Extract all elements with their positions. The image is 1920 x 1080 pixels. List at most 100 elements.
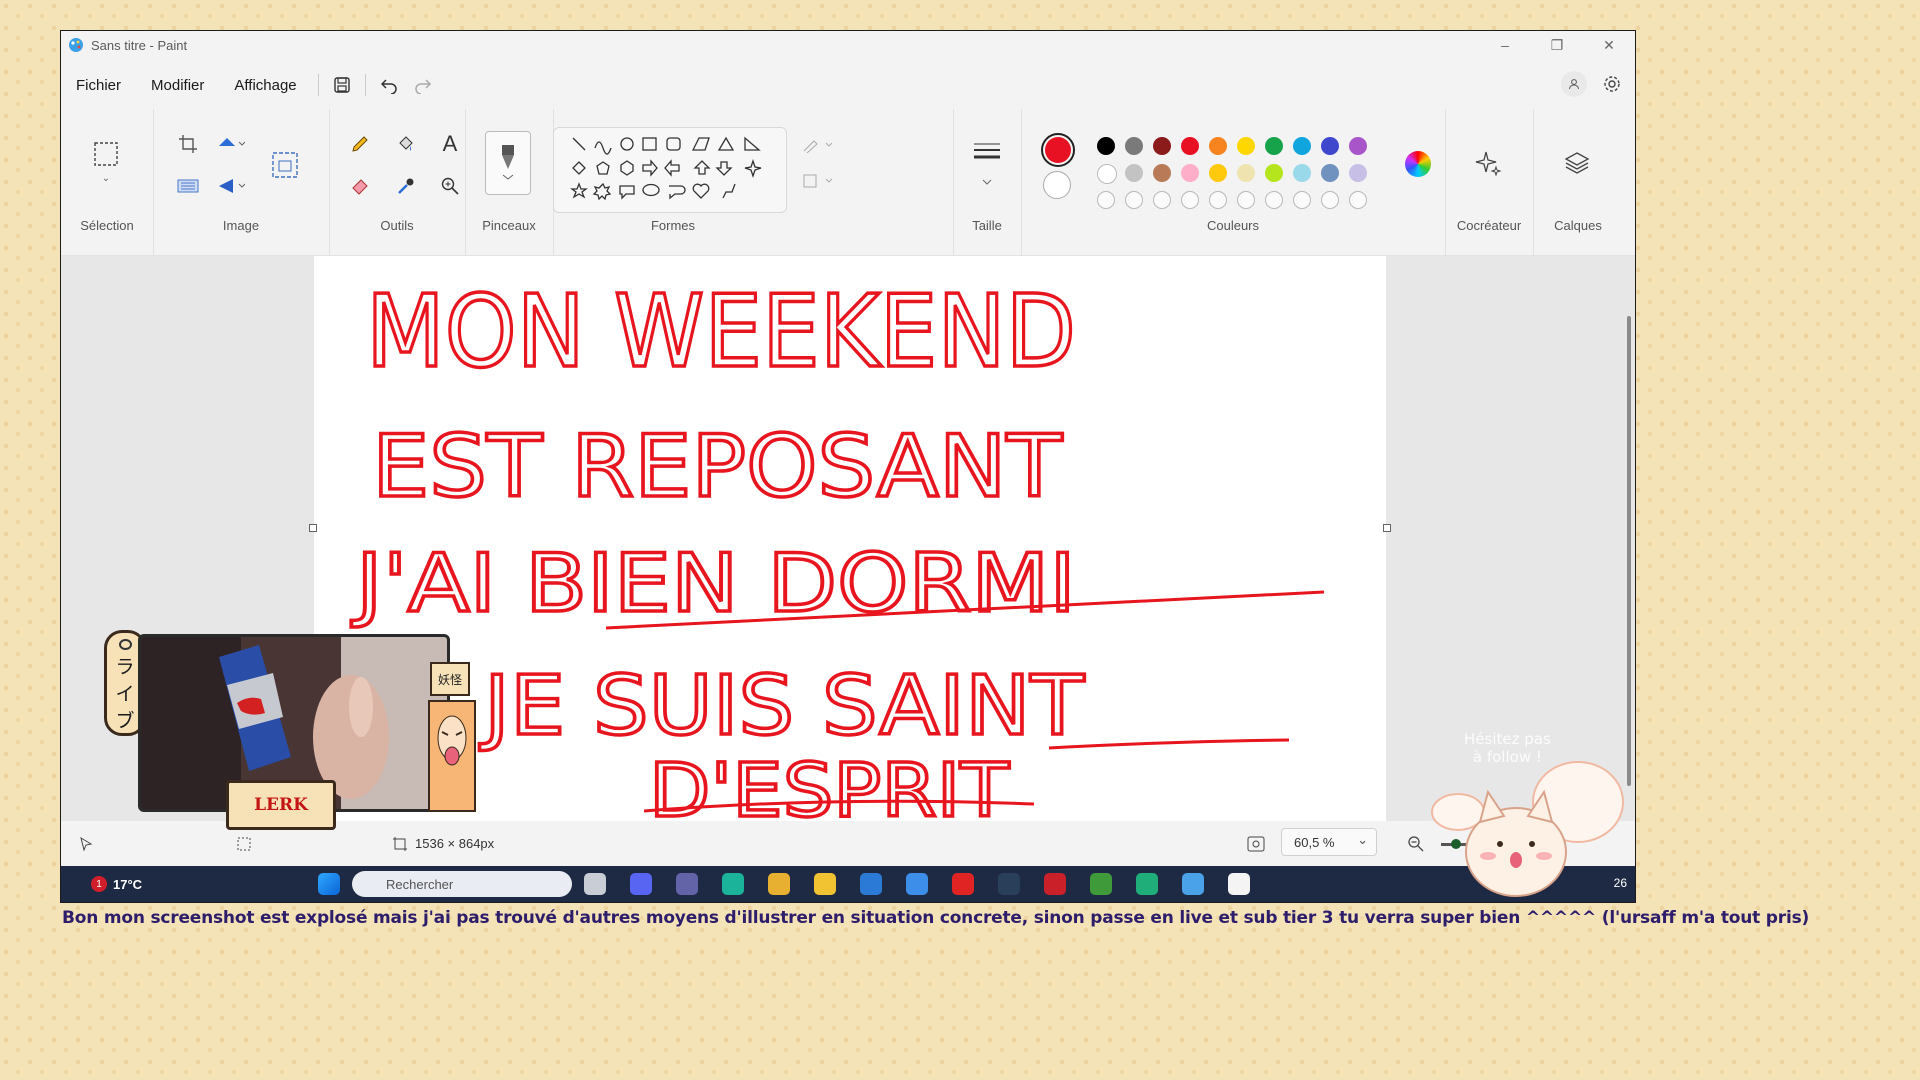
palette-color-swatch[interactable]: [1153, 164, 1171, 182]
stroke-size-icon[interactable]: [967, 135, 1007, 195]
custom-color-slot[interactable]: [1321, 191, 1339, 209]
palette-color-swatch[interactable]: [1153, 137, 1171, 155]
custom-color-slot[interactable]: [1125, 191, 1143, 209]
palette-color-swatch[interactable]: [1321, 137, 1339, 155]
secondary-color-swatch[interactable]: [1043, 171, 1071, 199]
custom-color-slot[interactable]: [1293, 191, 1311, 209]
custom-color-slot[interactable]: [1097, 191, 1115, 209]
custom-color-slot[interactable]: [1237, 191, 1255, 209]
group-cocreateur: Cocréateur: [1445, 109, 1534, 255]
steam-icon[interactable]: [998, 873, 1021, 895]
menu-bar: Fichier Modifier Affichage: [61, 63, 1635, 107]
edge-icon[interactable]: [722, 873, 745, 895]
opera-icon[interactable]: [1044, 873, 1067, 895]
resize-handle-right[interactable]: [1383, 524, 1391, 532]
file-explorer-icon[interactable]: [814, 873, 837, 895]
settings-gear-icon[interactable]: [1599, 71, 1625, 97]
flip-icon[interactable]: [213, 171, 249, 201]
windows-start-icon[interactable]: [318, 873, 341, 895]
zoom-out-icon[interactable]: [1407, 835, 1425, 856]
menu-fichier[interactable]: Fichier: [61, 71, 136, 100]
group-taille: Taille: [953, 109, 1022, 255]
custom-color-slot[interactable]: [1181, 191, 1199, 209]
crop-icon[interactable]: [173, 129, 203, 159]
paint-taskbar-icon[interactable]: [1228, 873, 1251, 895]
scrollbar-thumb[interactable]: [1627, 316, 1631, 786]
network-icon[interactable]: [1182, 873, 1205, 895]
account-icon[interactable]: [1561, 71, 1587, 97]
taskbar-search-box[interactable]: Rechercher: [352, 871, 573, 897]
fill-bucket-icon[interactable]: [391, 129, 421, 159]
save-icon[interactable]: [325, 70, 359, 100]
chevron-down-icon[interactable]: ⌄: [97, 171, 115, 185]
store-icon[interactable]: [860, 873, 883, 895]
layers-icon[interactable]: [1561, 147, 1593, 179]
paint-app-icon: [69, 38, 83, 52]
palette-color-swatch[interactable]: [1293, 164, 1311, 182]
shape-outline-icon[interactable]: [799, 133, 839, 157]
palette-color-swatch[interactable]: [1181, 137, 1199, 155]
palette-color-swatch[interactable]: [1265, 137, 1283, 155]
undo-icon[interactable]: [372, 70, 406, 100]
yokai-tag: 妖怪: [430, 662, 470, 696]
brush-selector-icon[interactable]: [485, 131, 531, 195]
resize-handle-left[interactable]: [309, 524, 317, 532]
fit-to-window-icon[interactable]: [1247, 836, 1265, 855]
group-label-image: Image: [222, 218, 260, 233]
task-view-icon[interactable]: [584, 873, 607, 895]
palette-color-swatch[interactable]: [1125, 164, 1143, 182]
palette-color-swatch[interactable]: [1097, 137, 1115, 155]
lerk-label: LERK: [226, 780, 336, 830]
custom-color-slot[interactable]: [1153, 191, 1171, 209]
palette-color-swatch[interactable]: [1293, 137, 1311, 155]
palette-color-swatch[interactable]: [1265, 164, 1283, 182]
menu-affichage[interactable]: Affichage: [219, 71, 311, 100]
pencil-icon[interactable]: [345, 129, 375, 159]
weather-widget[interactable]: 1 17°C: [91, 876, 142, 892]
close-button[interactable]: ✕: [1583, 33, 1635, 57]
custom-color-slot[interactable]: [1265, 191, 1283, 209]
palette-color-swatch[interactable]: [1181, 164, 1199, 182]
vertical-scrollbar[interactable]: [1625, 256, 1633, 821]
palette-color-swatch[interactable]: [1237, 164, 1255, 182]
eraser-icon[interactable]: [345, 171, 375, 201]
palette-color-swatch[interactable]: [1321, 164, 1339, 182]
primary-color-swatch[interactable]: [1041, 133, 1075, 167]
shapes-gallery[interactable]: [553, 127, 787, 213]
palette-color-swatch[interactable]: [1237, 137, 1255, 155]
palette-color-swatch[interactable]: [1349, 164, 1367, 182]
magnifier-icon[interactable]: [435, 171, 465, 201]
resize-icon[interactable]: [173, 171, 203, 201]
redo-icon[interactable]: [406, 70, 440, 100]
text-tool-icon[interactable]: A: [435, 129, 465, 159]
menu-modifier[interactable]: Modifier: [136, 71, 219, 100]
palette-color-swatch[interactable]: [1097, 164, 1117, 184]
minecraft-icon[interactable]: [1090, 873, 1113, 895]
select-rectangle-icon[interactable]: [91, 139, 121, 169]
minimize-button[interactable]: –: [1479, 33, 1531, 57]
maximize-button[interactable]: ❐: [1531, 33, 1583, 57]
palette-color-swatch[interactable]: [1349, 137, 1367, 155]
palette-color-swatch[interactable]: [1209, 164, 1227, 182]
palette-color-swatch[interactable]: [1125, 137, 1143, 155]
media-icon[interactable]: [952, 873, 975, 895]
drawing-line-5: D'ESPRIT: [649, 748, 1010, 821]
chrome-icon[interactable]: [768, 873, 791, 895]
edit-colors-icon[interactable]: [1405, 151, 1431, 177]
shape-fill-icon[interactable]: [799, 169, 839, 193]
rotate-icon[interactable]: [213, 129, 249, 159]
color-picker-icon[interactable]: [391, 171, 421, 201]
sparkle-icon[interactable]: [1473, 147, 1505, 179]
color-palette: [1097, 137, 1397, 209]
custom-color-slot[interactable]: [1209, 191, 1227, 209]
menu-separator: [364, 74, 366, 96]
gamepass-icon[interactable]: [1136, 873, 1159, 895]
zoom-dropdown[interactable]: 60,5 % ⌄: [1281, 828, 1377, 856]
discord-icon[interactable]: [630, 873, 653, 895]
group-image: Image: [153, 109, 330, 255]
custom-color-slot[interactable]: [1349, 191, 1367, 209]
teams-icon[interactable]: [676, 873, 699, 895]
palette-color-swatch[interactable]: [1209, 137, 1227, 155]
image-select-icon[interactable]: [269, 149, 301, 181]
mail-icon[interactable]: [906, 873, 929, 895]
